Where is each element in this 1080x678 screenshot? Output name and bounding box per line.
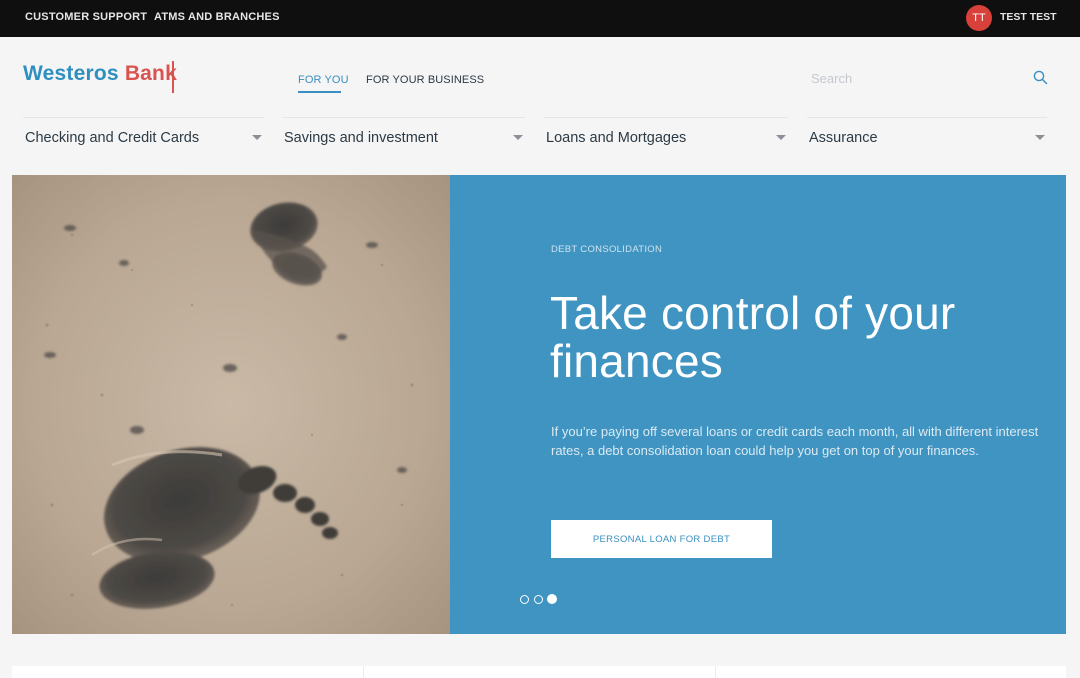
hero-panel: DEBT CONSOLIDATION Take control of your … [450, 175, 1066, 634]
menu-checking-and-credit-cards[interactable]: Checking and Credit Cards [23, 117, 264, 155]
menu-label: Savings and investment [284, 130, 438, 146]
hero-headline: Take control of your finances [550, 287, 956, 387]
search-icon[interactable] [1033, 70, 1048, 85]
top-bar: CUSTOMER SUPPORT ATMS AND BRANCHES TT TE… [0, 0, 1080, 37]
logo-accent-bar [172, 61, 174, 93]
search-input[interactable] [811, 68, 1016, 88]
hero-eyebrow: DEBT CONSOLIDATION [551, 244, 663, 255]
user-name[interactable]: TEST TEST [1000, 11, 1057, 23]
carousel-dot-1[interactable] [520, 595, 529, 604]
chevron-down-icon [776, 135, 786, 140]
hero-image-footprints [12, 175, 450, 634]
customer-support-link[interactable]: CUSTOMER SUPPORT [25, 11, 147, 23]
menu-loans-and-mortgages[interactable]: Loans and Mortgages [544, 117, 788, 155]
avatar[interactable]: TT [966, 5, 992, 31]
atms-and-branches-link[interactable]: ATMS AND BRANCHES [154, 11, 280, 23]
menu-assurance[interactable]: Assurance [807, 117, 1047, 155]
tab-for-you[interactable]: FOR YOU [298, 74, 349, 86]
chevron-down-icon [252, 135, 262, 140]
menu-label: Assurance [809, 130, 878, 146]
active-tab-underline [298, 91, 341, 93]
logo-word-westeros: Westeros [23, 62, 119, 85]
divider [715, 666, 716, 678]
personal-loan-for-debt-button[interactable]: PERSONAL LOAN FOR DEBT [551, 520, 772, 558]
menu-label: Checking and Credit Cards [25, 130, 200, 146]
divider [363, 666, 364, 678]
bank-logo[interactable]: Westeros Bank [23, 62, 177, 86]
logo-word-bank: Bank [124, 62, 177, 85]
tab-for-your-business[interactable]: FOR YOUR BUSINESS [366, 74, 484, 86]
content-cards-strip [12, 666, 1066, 678]
menu-label: Loans and Mortgages [546, 130, 687, 146]
carousel-dot-2[interactable] [534, 595, 543, 604]
carousel-dot-3-active[interactable] [547, 594, 557, 604]
chevron-down-icon [513, 135, 523, 140]
menu-savings-and-investment[interactable]: Savings and investment [282, 117, 525, 155]
hero-body-text: If you’re paying off several loans or cr… [551, 424, 1039, 458]
chevron-down-icon [1035, 135, 1045, 140]
